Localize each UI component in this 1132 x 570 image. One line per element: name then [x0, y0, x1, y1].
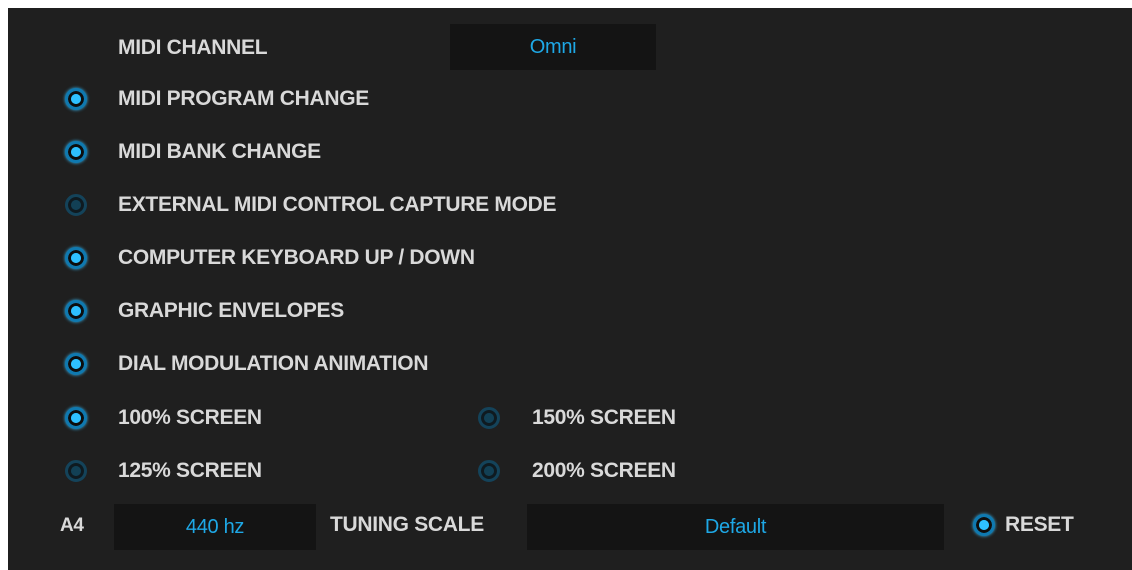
screen-100-label: 100% SCREEN — [118, 406, 262, 429]
external-midi-capture-label: EXTERNAL MIDI CONTROL CAPTURE MODE — [118, 193, 557, 216]
midi-program-change-label: MIDI PROGRAM CHANGE — [118, 87, 369, 110]
computer-keyboard-label: COMPUTER KEYBOARD UP / DOWN — [118, 246, 475, 269]
midi-bank-change-radio[interactable] — [65, 141, 87, 163]
midi-channel-select[interactable]: Omni — [450, 24, 656, 70]
dial-modulation-animation-radio[interactable] — [65, 353, 87, 375]
screen-150-label: 150% SCREEN — [532, 406, 676, 429]
screen-200-label: 200% SCREEN — [532, 459, 676, 482]
reset-radio[interactable] — [973, 514, 995, 536]
dial-modulation-animation-label: DIAL MODULATION ANIMATION — [118, 352, 429, 375]
computer-keyboard-radio[interactable] — [65, 247, 87, 269]
midi-channel-label: MIDI CHANNEL — [118, 36, 268, 59]
midi-program-change-radio[interactable] — [65, 88, 87, 110]
graphic-envelopes-radio[interactable] — [65, 300, 87, 322]
external-midi-capture-radio[interactable] — [65, 194, 87, 216]
screen-125-radio[interactable] — [65, 460, 87, 482]
reset-label[interactable]: RESET — [1005, 513, 1074, 537]
midi-settings-panel: MIDI CHANNEL Omni MIDI PROGRAM CHANGE MI… — [8, 8, 1132, 570]
graphic-envelopes-label: GRAPHIC ENVELOPES — [118, 299, 344, 322]
screen-125-label: 125% SCREEN — [118, 459, 262, 482]
screen-150-radio[interactable] — [478, 407, 500, 429]
a4-label: A4 — [60, 515, 84, 536]
screen-200-radio[interactable] — [478, 460, 500, 482]
screen-100-radio[interactable] — [65, 407, 87, 429]
midi-bank-change-label: MIDI BANK CHANGE — [118, 140, 321, 163]
a4-frequency-field[interactable]: 440 hz — [114, 504, 316, 550]
tuning-scale-label: TUNING SCALE — [330, 513, 484, 536]
tuning-scale-select[interactable]: Default — [527, 504, 944, 550]
